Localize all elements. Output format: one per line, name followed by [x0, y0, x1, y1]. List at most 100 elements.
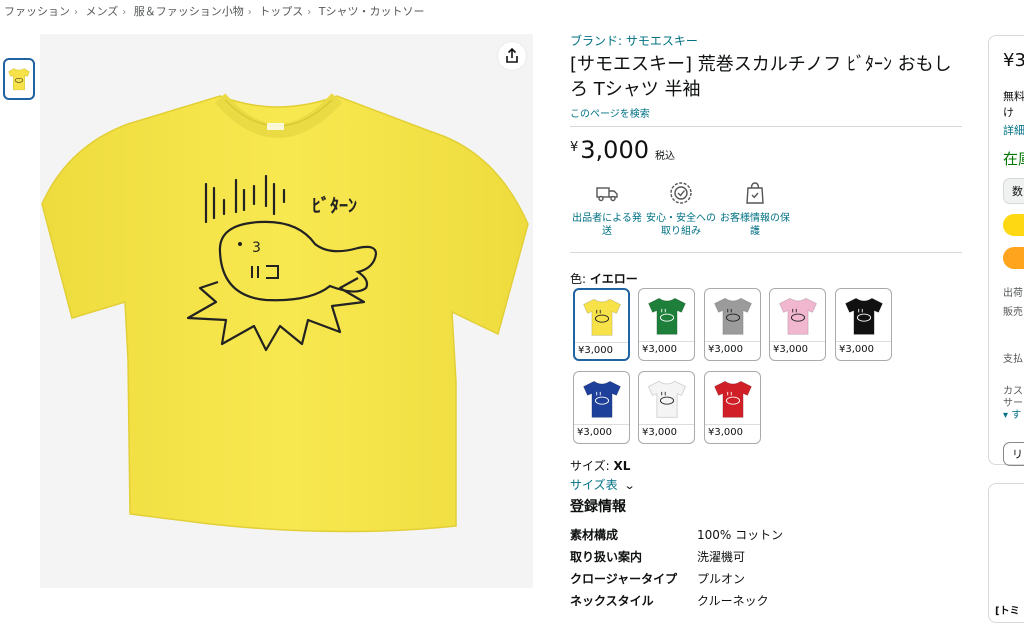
svg-text:3: 3 — [252, 240, 261, 256]
color-swatch[interactable]: ¥3,000 — [638, 288, 695, 361]
swatch-price: ¥3,000 — [574, 424, 629, 440]
image-thumbnail[interactable] — [3, 58, 35, 100]
swatch-price: ¥3,000 — [575, 342, 628, 358]
spec-row: 取り扱い案内 洗濯機可 — [570, 548, 745, 565]
size-label-prefix: サイズ: — [570, 459, 614, 473]
breadcrumb-item-tshirts[interactable]: Tシャツ・カットソー — [319, 5, 425, 18]
price-value: 3,000 — [580, 136, 649, 164]
buy-now-button[interactable] — [1003, 247, 1024, 269]
swatch-price: ¥3,000 — [836, 341, 891, 357]
product-title: [サモエスキー] 荒巻スカルチノフ ﾋﾞﾀｰﾝ おもしろ Tシャツ 半袖 — [570, 54, 952, 100]
tshirt-swatch-icon — [647, 380, 686, 418]
truck-icon — [596, 187, 618, 202]
color-label-prefix: 色: — [570, 272, 590, 286]
feature-label: 出品者による発送 — [572, 213, 642, 237]
color-label: 色: イエロー — [570, 270, 638, 287]
buybox-price: ¥3 — [1003, 50, 1024, 71]
size-chart-label: サイズ表 — [570, 478, 618, 492]
spec-value: クルーネック — [697, 594, 769, 608]
shield-icon — [670, 182, 692, 204]
swatch-shirt — [575, 290, 628, 342]
feature-seller-shipping[interactable]: 出品者による発送 — [570, 180, 644, 238]
swatch-shirt — [836, 289, 891, 341]
feature-label: 安心・安全への取り組み — [646, 213, 716, 237]
buybox-shipping: 無料 — [1003, 90, 1024, 103]
add-to-list-button[interactable]: リ — [1003, 442, 1024, 466]
registration-heading: 登録情報 — [570, 499, 626, 515]
feature-safety[interactable]: 安心・安全への取り組み — [644, 180, 718, 238]
swatch-price: ¥3,000 — [639, 341, 694, 357]
color-swatch[interactable]: ¥3,000 — [638, 371, 695, 444]
divider — [570, 126, 962, 127]
spec-key: クロージャータイプ — [570, 572, 678, 586]
add-to-cart-button[interactable] — [1003, 214, 1024, 236]
share-icon — [506, 48, 518, 63]
tshirt-swatch-icon — [844, 297, 883, 335]
swatch-price: ¥3,000 — [705, 424, 760, 440]
color-swatch[interactable]: ¥3,000 — [769, 288, 826, 361]
tshirt-swatch-icon — [647, 297, 686, 335]
swatch-shirt — [705, 372, 760, 424]
price: ¥ 3,000 税込 — [570, 137, 962, 163]
breadcrumb-item-fashion[interactable]: ファッション — [4, 5, 70, 18]
spec-value: 洗濯機可 — [697, 550, 746, 564]
spec-key: ネックスタイル — [570, 594, 654, 608]
payment-label: 支払 — [1003, 354, 1023, 365]
expand-link[interactable]: ▾ す — [1003, 406, 1021, 421]
tshirt-swatch-icon — [713, 297, 752, 335]
product-info: ブランド: サモエスキー [サモエスキー] 荒巻スカルチノフ ﾋﾞﾀｰﾝ おもし… — [570, 32, 962, 163]
spec-key: 素材構成 — [570, 528, 619, 542]
swatch-price: ¥3,000 — [705, 341, 760, 357]
brand-link[interactable]: ブランド: サモエスキー — [570, 32, 962, 49]
color-swatch[interactable]: ¥3,000 — [835, 288, 892, 361]
search-page-link[interactable]: このページを検索 — [570, 105, 962, 120]
swatch-shirt — [574, 372, 629, 424]
price-currency: ¥ — [570, 140, 579, 155]
swatch-price: ¥3,000 — [639, 424, 694, 440]
breadcrumb-item-mens[interactable]: メンズ — [86, 5, 119, 18]
breadcrumb: ファッション › メンズ › 服＆ファッション小物 › トップス › Tシャツ・カットソ… — [4, 5, 425, 18]
stock-status: 在庫 — [1003, 150, 1024, 168]
swatch-price: ¥3,000 — [770, 341, 825, 357]
selected-color: イエロー — [589, 272, 638, 286]
buy-box: ¥3 無料 け 詳細 在庫 数 出荷 販売 支払 カス サー ▾ す リ — [988, 35, 1024, 466]
feature-privacy[interactable]: お客様情報の保護 — [718, 180, 792, 238]
other-sellers-box: [トミ — [988, 483, 1024, 623]
swatch-shirt — [705, 289, 760, 341]
color-swatch[interactable]: ¥3,000 — [704, 288, 761, 361]
price-tax: 税込 — [655, 151, 675, 162]
spec-key: 取り扱い案内 — [570, 550, 643, 564]
sold-by-label: 販売 — [1003, 307, 1023, 318]
feature-badges: 出品者による発送 安心・安全への取り組み お客様情報の保護 — [570, 180, 792, 238]
color-swatch[interactable]: ¥3,000 — [573, 371, 630, 444]
product-main-image[interactable]: ﾋﾞﾀｰﾝ 3 — [40, 34, 533, 588]
tshirt-swatch-icon — [713, 380, 752, 418]
feature-label: お客様情報の保護 — [720, 213, 790, 237]
selected-size: XL — [613, 459, 631, 473]
spec-row: クロージャータイプ プルオン — [570, 570, 745, 587]
tshirt-swatch-icon — [582, 380, 621, 418]
tshirt-product-image: ﾋﾞﾀｰﾝ 3 — [41, 93, 529, 533]
spec-value: プルオン — [697, 572, 746, 586]
chevron-down-icon: ⌄ — [624, 479, 637, 492]
swatch-shirt — [639, 372, 694, 424]
bag-lock-icon — [746, 182, 764, 204]
color-swatch[interactable]: ¥3,000 — [573, 288, 630, 361]
breadcrumb-item-clothing[interactable]: 服＆ファッション小物 — [134, 5, 244, 18]
divider — [570, 252, 962, 253]
ships-from-label: 出荷 — [1003, 288, 1023, 299]
tshirt-thumbnail-icon — [8, 68, 30, 91]
buybox-details-link[interactable]: 詳細 — [1003, 122, 1024, 138]
shirt-print-text: ﾋﾞﾀｰﾝ — [312, 195, 357, 217]
spec-value: 100% コットン — [697, 528, 784, 542]
breadcrumb-item-tops[interactable]: トップス — [259, 5, 303, 18]
quantity-select[interactable]: 数 — [1003, 178, 1024, 204]
swatch-shirt — [770, 289, 825, 341]
share-button[interactable] — [498, 42, 526, 70]
color-swatch[interactable]: ¥3,000 — [704, 371, 761, 444]
swatch-shirt — [639, 289, 694, 341]
tshirt-swatch-icon — [582, 298, 621, 336]
spec-row: ネックスタイル クルーネック — [570, 592, 769, 609]
size-label: サイズ: XL — [570, 457, 630, 474]
size-chart-link[interactable]: サイズ表 ⌄ — [570, 476, 637, 493]
